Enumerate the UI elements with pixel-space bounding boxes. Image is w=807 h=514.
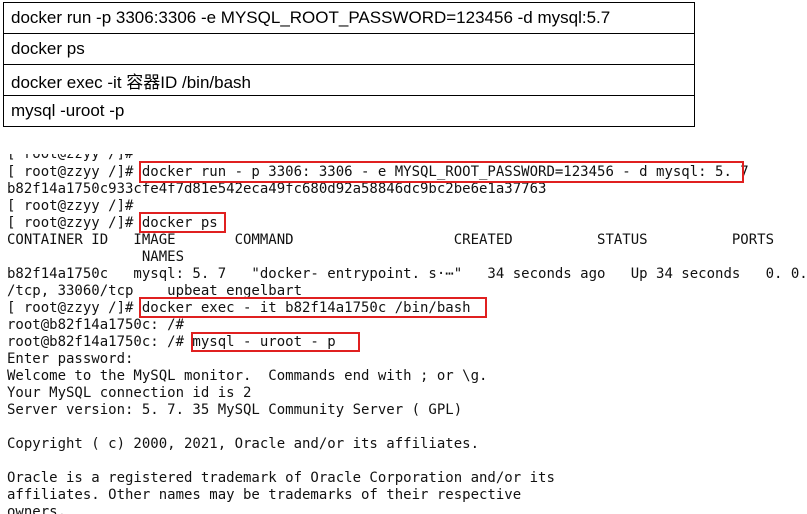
table-row: mysql -uroot -p	[3, 95, 695, 127]
terminal-line: NAMES	[7, 249, 185, 265]
terminal-line: [ root@zzyy /]#	[7, 154, 134, 162]
command-table: docker run -p 3306:3306 -e MYSQL_ROOT_PA…	[3, 2, 695, 127]
terminal-line: Your MySQL connection id is 2	[7, 385, 252, 401]
command-cell: docker exec -it 容器ID /bin/bash	[3, 64, 695, 96]
command-cell: mysql -uroot -p	[3, 95, 695, 127]
terminal-line: Copyright ( c) 2000, 2021, Oracle and/or…	[7, 436, 480, 452]
terminal-line: Enter password:	[7, 351, 134, 367]
table-row: docker exec -it 容器ID /bin/bash	[3, 64, 695, 96]
highlight-box-docker-ps	[139, 212, 226, 233]
command-cell: docker ps	[3, 33, 695, 65]
highlight-box-docker-exec	[139, 297, 487, 318]
terminal-line: CONTAINER ID IMAGE COMMAND CREATED STATU…	[7, 232, 775, 248]
highlight-box-mysql-login	[191, 332, 360, 352]
terminal-line: affiliates. Other names may be trademark…	[7, 487, 522, 503]
terminal-line: owners.	[7, 504, 67, 514]
table-row: docker run -p 3306:3306 -e MYSQL_ROOT_PA…	[3, 2, 695, 34]
terminal-line: Server version: 5. 7. 35 MySQL Community…	[7, 402, 463, 418]
terminal-output: [ root@zzyy /]# [ root@zzyy /]# docker r…	[7, 154, 807, 514]
terminal-line: Oracle is a registered trademark of Orac…	[7, 470, 555, 486]
terminal-line: root@b82f14a1750c: /#	[7, 317, 185, 333]
terminal-line: Welcome to the MySQL monitor. Commands e…	[7, 368, 488, 384]
terminal-line: [ root@zzyy /]#	[7, 198, 134, 214]
command-cell: docker run -p 3306:3306 -e MYSQL_ROOT_PA…	[3, 2, 695, 34]
terminal-line: b82f14a1750c mysql: 5. 7 "docker- entryp…	[7, 266, 807, 282]
terminal-line: b82f14a1750c933cfe4f7d81e542eca49fc680d9…	[7, 181, 547, 197]
highlight-box-docker-run	[139, 161, 744, 183]
table-row: docker ps	[3, 33, 695, 65]
